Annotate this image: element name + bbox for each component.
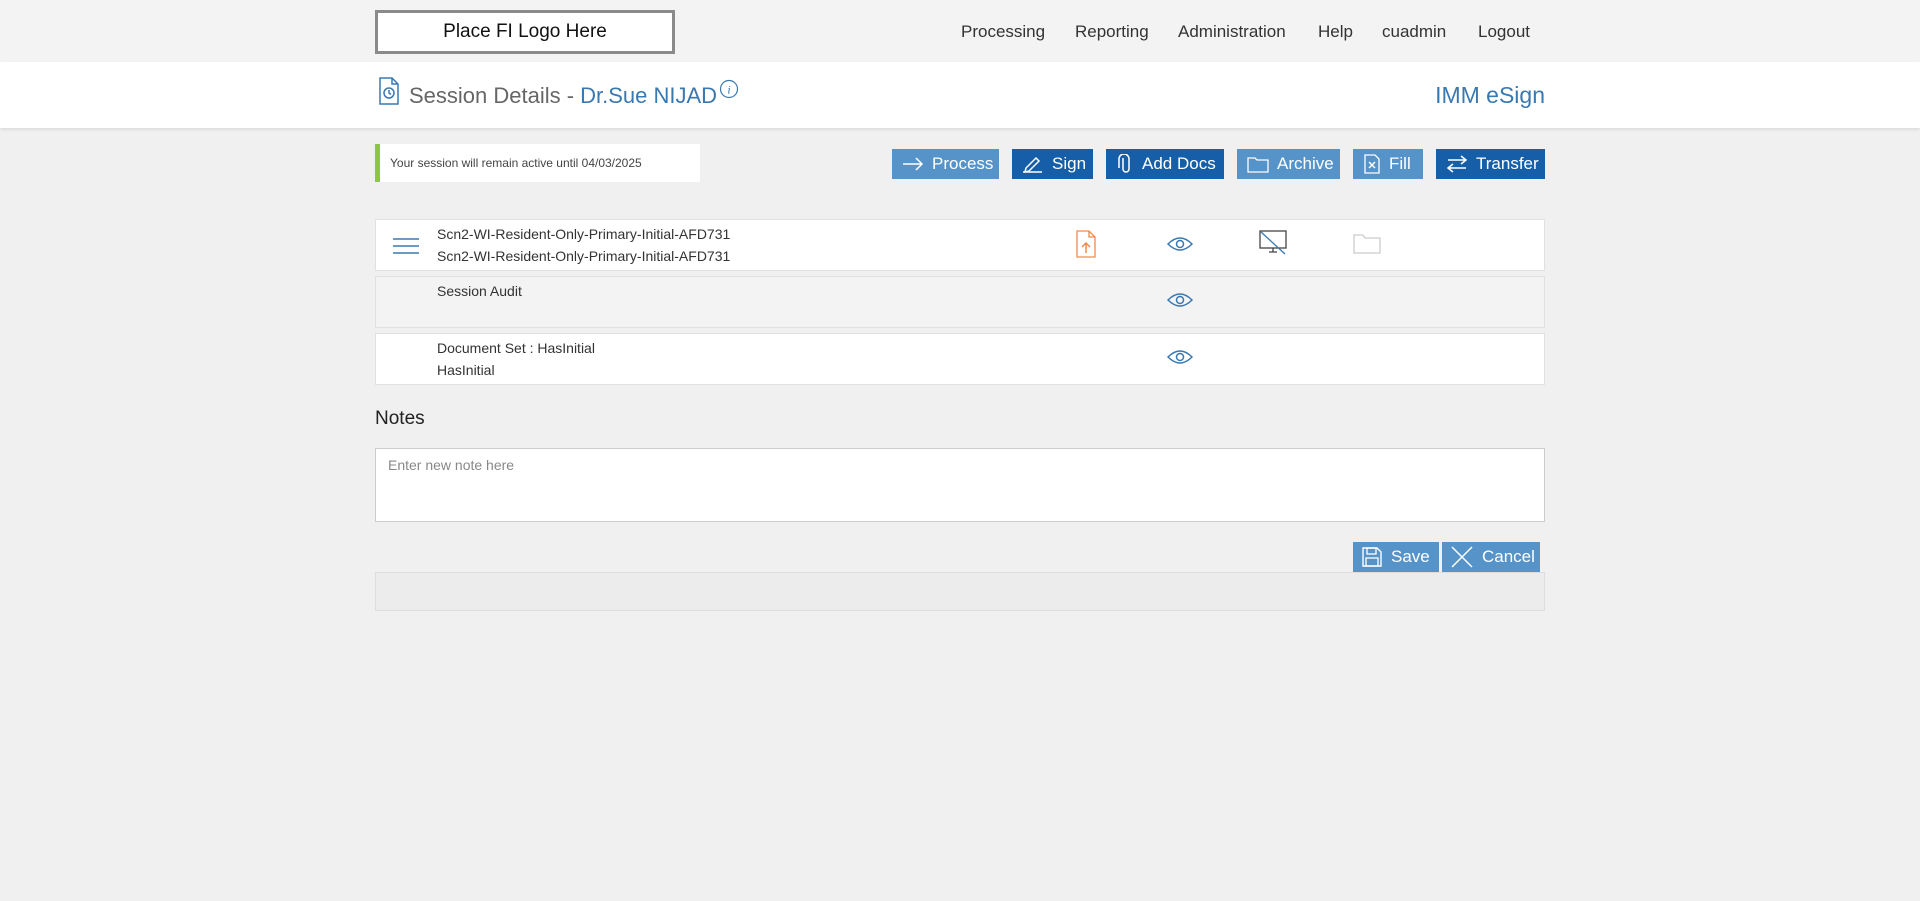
cancel-label: Cancel: [1482, 547, 1535, 566]
nav-reporting[interactable]: Reporting: [1075, 22, 1149, 42]
fill-label: Fill: [1389, 154, 1411, 173]
pen-icon: [1023, 156, 1042, 173]
nav-user[interactable]: cuadmin: [1382, 22, 1446, 42]
transfer-label: Transfer: [1476, 154, 1539, 173]
add-docs-button[interactable]: Add Docs: [1106, 149, 1224, 179]
document-subtitle: HasInitial: [437, 362, 495, 378]
notes-input[interactable]: [375, 448, 1545, 522]
brand-title: IMM eSign: [1435, 82, 1545, 108]
close-icon: [1451, 546, 1473, 568]
notes-list-area: [375, 572, 1545, 611]
page-title: Session Details - Dr.Sue NIJAD: [409, 83, 717, 109]
paperclip-icon: [1118, 154, 1130, 173]
member-name[interactable]: Dr.Sue NIJAD: [580, 83, 717, 108]
document-name: Document Set : HasInitial: [437, 340, 595, 356]
eye-icon[interactable]: [1167, 236, 1193, 252]
eye-icon[interactable]: [1167, 292, 1193, 308]
add-docs-label: Add Docs: [1142, 154, 1216, 173]
doc-x-icon: [1364, 154, 1380, 174]
svg-text:i: i: [727, 83, 730, 97]
info-icon[interactable]: i: [719, 79, 739, 99]
document-row: Scn2-WI-Resident-Only-Primary-Initial-AF…: [375, 219, 1545, 271]
nav-logout[interactable]: Logout: [1478, 22, 1530, 42]
notes-heading: Notes: [375, 408, 425, 429]
eye-icon[interactable]: [1167, 349, 1193, 365]
folder-icon: [1247, 157, 1269, 173]
nav-help[interactable]: Help: [1318, 22, 1353, 42]
main-nav: Processing Reporting Administration Help…: [0, 22, 1920, 44]
menu-icon[interactable]: [393, 237, 419, 255]
monitor-off-icon[interactable]: [1259, 230, 1287, 256]
cancel-button[interactable]: Cancel: [1442, 542, 1540, 572]
process-button[interactable]: Process: [892, 149, 999, 179]
page-header: [0, 62, 1920, 128]
archive-button[interactable]: Archive: [1237, 149, 1340, 179]
nav-processing[interactable]: Processing: [961, 22, 1045, 42]
upload-file-icon[interactable]: [1075, 230, 1097, 258]
save-label: Save: [1391, 547, 1430, 566]
page-title-label: Session Details -: [409, 83, 575, 108]
arrow-right-icon: [903, 157, 924, 171]
history-icon: [379, 77, 399, 105]
document-row: Session Audit: [375, 276, 1545, 328]
archive-label: Archive: [1277, 154, 1334, 173]
process-label: Process: [932, 154, 994, 173]
sign-label: Sign: [1052, 154, 1087, 173]
nav-administration[interactable]: Administration: [1178, 22, 1286, 42]
document-name: Scn2-WI-Resident-Only-Primary-Initial-AF…: [437, 226, 731, 242]
swap-icon: [1446, 155, 1468, 173]
fill-button[interactable]: Fill: [1353, 149, 1423, 179]
document-row: Document Set : HasInitial HasInitial: [375, 333, 1545, 385]
folder-icon[interactable]: [1353, 232, 1381, 254]
document-subtitle: Scn2-WI-Resident-Only-Primary-Initial-AF…: [437, 248, 731, 264]
top-navigation-bar: Place FI Logo Here Processing Reporting …: [0, 0, 1920, 62]
session-notice: Your session will remain active until 04…: [375, 144, 700, 182]
transfer-button[interactable]: Transfer: [1436, 149, 1545, 179]
document-name: Session Audit: [437, 283, 522, 299]
save-button[interactable]: Save: [1353, 542, 1439, 572]
sign-button[interactable]: Sign: [1012, 149, 1093, 179]
floppy-icon: [1362, 547, 1382, 567]
